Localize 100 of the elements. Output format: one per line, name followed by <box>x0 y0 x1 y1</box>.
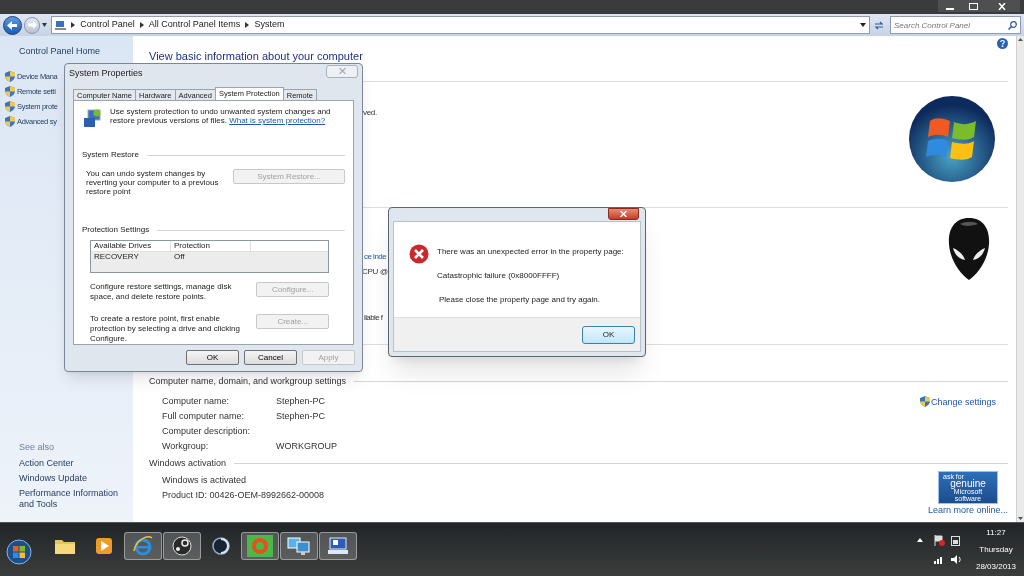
steam-icon <box>171 534 193 557</box>
search-box[interactable]: Search Control Panel <box>890 16 1021 34</box>
group-heading: System Restore <box>82 149 139 161</box>
taskbar-button[interactable] <box>241 531 279 560</box>
close-button[interactable] <box>608 208 639 220</box>
shield-icon <box>5 116 15 128</box>
address-field[interactable]: Control Panel All Control Panel Items System <box>51 16 871 34</box>
shield-icon <box>5 85 15 97</box>
scroll-up-icon <box>1018 38 1023 41</box>
group-heading: Protection Settings <box>82 224 150 236</box>
scroll-down-icon <box>1018 517 1023 520</box>
media-player-icon <box>95 536 113 555</box>
section-heading: Windows activation <box>149 456 227 470</box>
disc-icon <box>211 535 231 556</box>
monitors-icon <box>287 535 311 556</box>
dialog-button[interactable]: Cancel <box>244 350 297 365</box>
restore-icon <box>968 2 978 10</box>
error-message: Please close the property page and try again. <box>439 294 601 306</box>
dropdown-arrow-icon[interactable] <box>42 23 48 27</box>
ring-icon <box>247 534 273 557</box>
dialog-title: System Properties <box>69 67 143 81</box>
show-hidden-icons-icon[interactable] <box>916 538 923 542</box>
field-label: Workgroup: <box>162 440 210 452</box>
action-description: To create a restore point, first enable protection by selecting a drive and clicking Configure. <box>90 314 241 344</box>
partial-text: CPU @ <box>362 267 388 277</box>
back-button[interactable] <box>3 15 22 35</box>
taskbar-button[interactable] <box>280 531 318 560</box>
breadcrumb-link[interactable]: System <box>254 18 285 32</box>
computer-icon <box>327 535 349 556</box>
minimize-button[interactable] <box>938 0 962 12</box>
clock[interactable]: 11:27 Thursday 28/03/2013 <box>975 526 1016 573</box>
breadcrumb-link[interactable]: Control Panel <box>80 18 135 32</box>
partial-text: ilable f <box>364 313 384 323</box>
error-message: There was an unexpected error in the property page: <box>437 246 624 258</box>
table-cell-text: Off <box>173 252 186 262</box>
shield-icon <box>919 395 930 407</box>
learn-more-link[interactable]: Learn more online... <box>927 505 1008 515</box>
dialog-button[interactable]: OK <box>186 350 239 365</box>
close-icon <box>998 2 1006 10</box>
close-button[interactable] <box>984 0 1020 12</box>
back-arrow-icon <box>7 20 18 30</box>
badge-text: genuine <box>950 479 986 489</box>
sidebar-link[interactable]: Windows Update <box>19 473 133 484</box>
browser-icon <box>132 534 154 557</box>
activation-text: Product ID: 00426-OEM-8992662-00008 <box>162 490 325 501</box>
speaker-icon[interactable] <box>950 553 962 565</box>
section-heading: Computer name, domain, and workgroup settings <box>149 375 347 388</box>
sidebar-link[interactable]: Action Center <box>19 458 133 469</box>
forward-arrow-icon <box>27 21 37 29</box>
taskbar-button[interactable] <box>319 531 357 560</box>
table-cell-text: RECOVERY <box>93 252 140 262</box>
shield-icon <box>5 101 15 113</box>
page-title: View basic information about your computer <box>149 50 363 63</box>
minimize-icon <box>946 8 954 10</box>
flag-icon[interactable] <box>933 534 945 546</box>
field-label: Computer description: <box>162 425 252 437</box>
clock-day: Thursday <box>979 543 1013 556</box>
sidebar-link[interactable]: Control Panel Home <box>19 45 133 59</box>
search-icon <box>1008 20 1017 30</box>
chevron-icon <box>139 22 144 28</box>
alien-head-logo <box>948 218 990 280</box>
help-icon[interactable] <box>997 38 1008 49</box>
section-label: See also <box>19 440 56 454</box>
change-settings-link[interactable]: Change settings <box>930 395 996 409</box>
chevron-icon <box>71 22 76 28</box>
computer-shield-icon <box>82 109 102 129</box>
partial-text: ved. <box>363 108 377 118</box>
scrollbar[interactable] <box>1016 36 1024 522</box>
close-icon <box>620 211 627 217</box>
drives-list[interactable]: Available Drives Protection RECOVERY Off <box>90 240 329 273</box>
field-label: Full computer name: <box>162 410 246 422</box>
field-value: Stephen-PC <box>276 395 327 407</box>
clock-date: 28/03/2013 <box>975 560 1016 573</box>
sidebar-link[interactable]: Performance Information and Tools <box>19 488 133 510</box>
taskbar-button[interactable] <box>163 531 201 560</box>
field-label: Computer name: <box>162 395 231 407</box>
link-text[interactable]: ce Inde <box>364 252 388 262</box>
help-link[interactable]: What is system protection? <box>229 116 326 125</box>
ok-button[interactable]: OK <box>582 325 635 344</box>
column-header[interactable]: Protection <box>171 241 251 251</box>
search-field[interactable]: Search Control Panel <box>891 17 1008 33</box>
intro-text: Use system protection to undo unwanted system changes and restore previous versions of files. What is system protection? <box>110 107 332 127</box>
chevron-icon <box>245 22 250 28</box>
shield-icon <box>5 70 15 82</box>
signal-icon[interactable] <box>933 554 944 564</box>
computer-icon <box>55 20 67 30</box>
restore-description: You can undo system changes by reverting your computer to a previous restore point <box>86 169 220 196</box>
taskbar-button[interactable] <box>124 531 162 560</box>
action-description: Configure restore settings, manage disk space, and delete restore points. <box>90 282 233 302</box>
error-message: Catastrophic failure (0x8000FFFF) <box>437 270 561 282</box>
start-button[interactable] <box>6 538 32 565</box>
close-icon <box>338 68 346 74</box>
field-value: Stephen-PC <box>276 410 327 422</box>
breadcrumb-link[interactable]: All Control Panel Items <box>148 18 241 32</box>
clock-time: 11:27 <box>986 526 1006 539</box>
column-header[interactable]: Available Drives <box>91 241 171 251</box>
activation-text: Windows is activated <box>162 475 248 486</box>
refresh-icon <box>874 20 885 30</box>
dropdown-arrow-icon[interactable] <box>860 23 867 27</box>
error-icon <box>409 244 429 264</box>
